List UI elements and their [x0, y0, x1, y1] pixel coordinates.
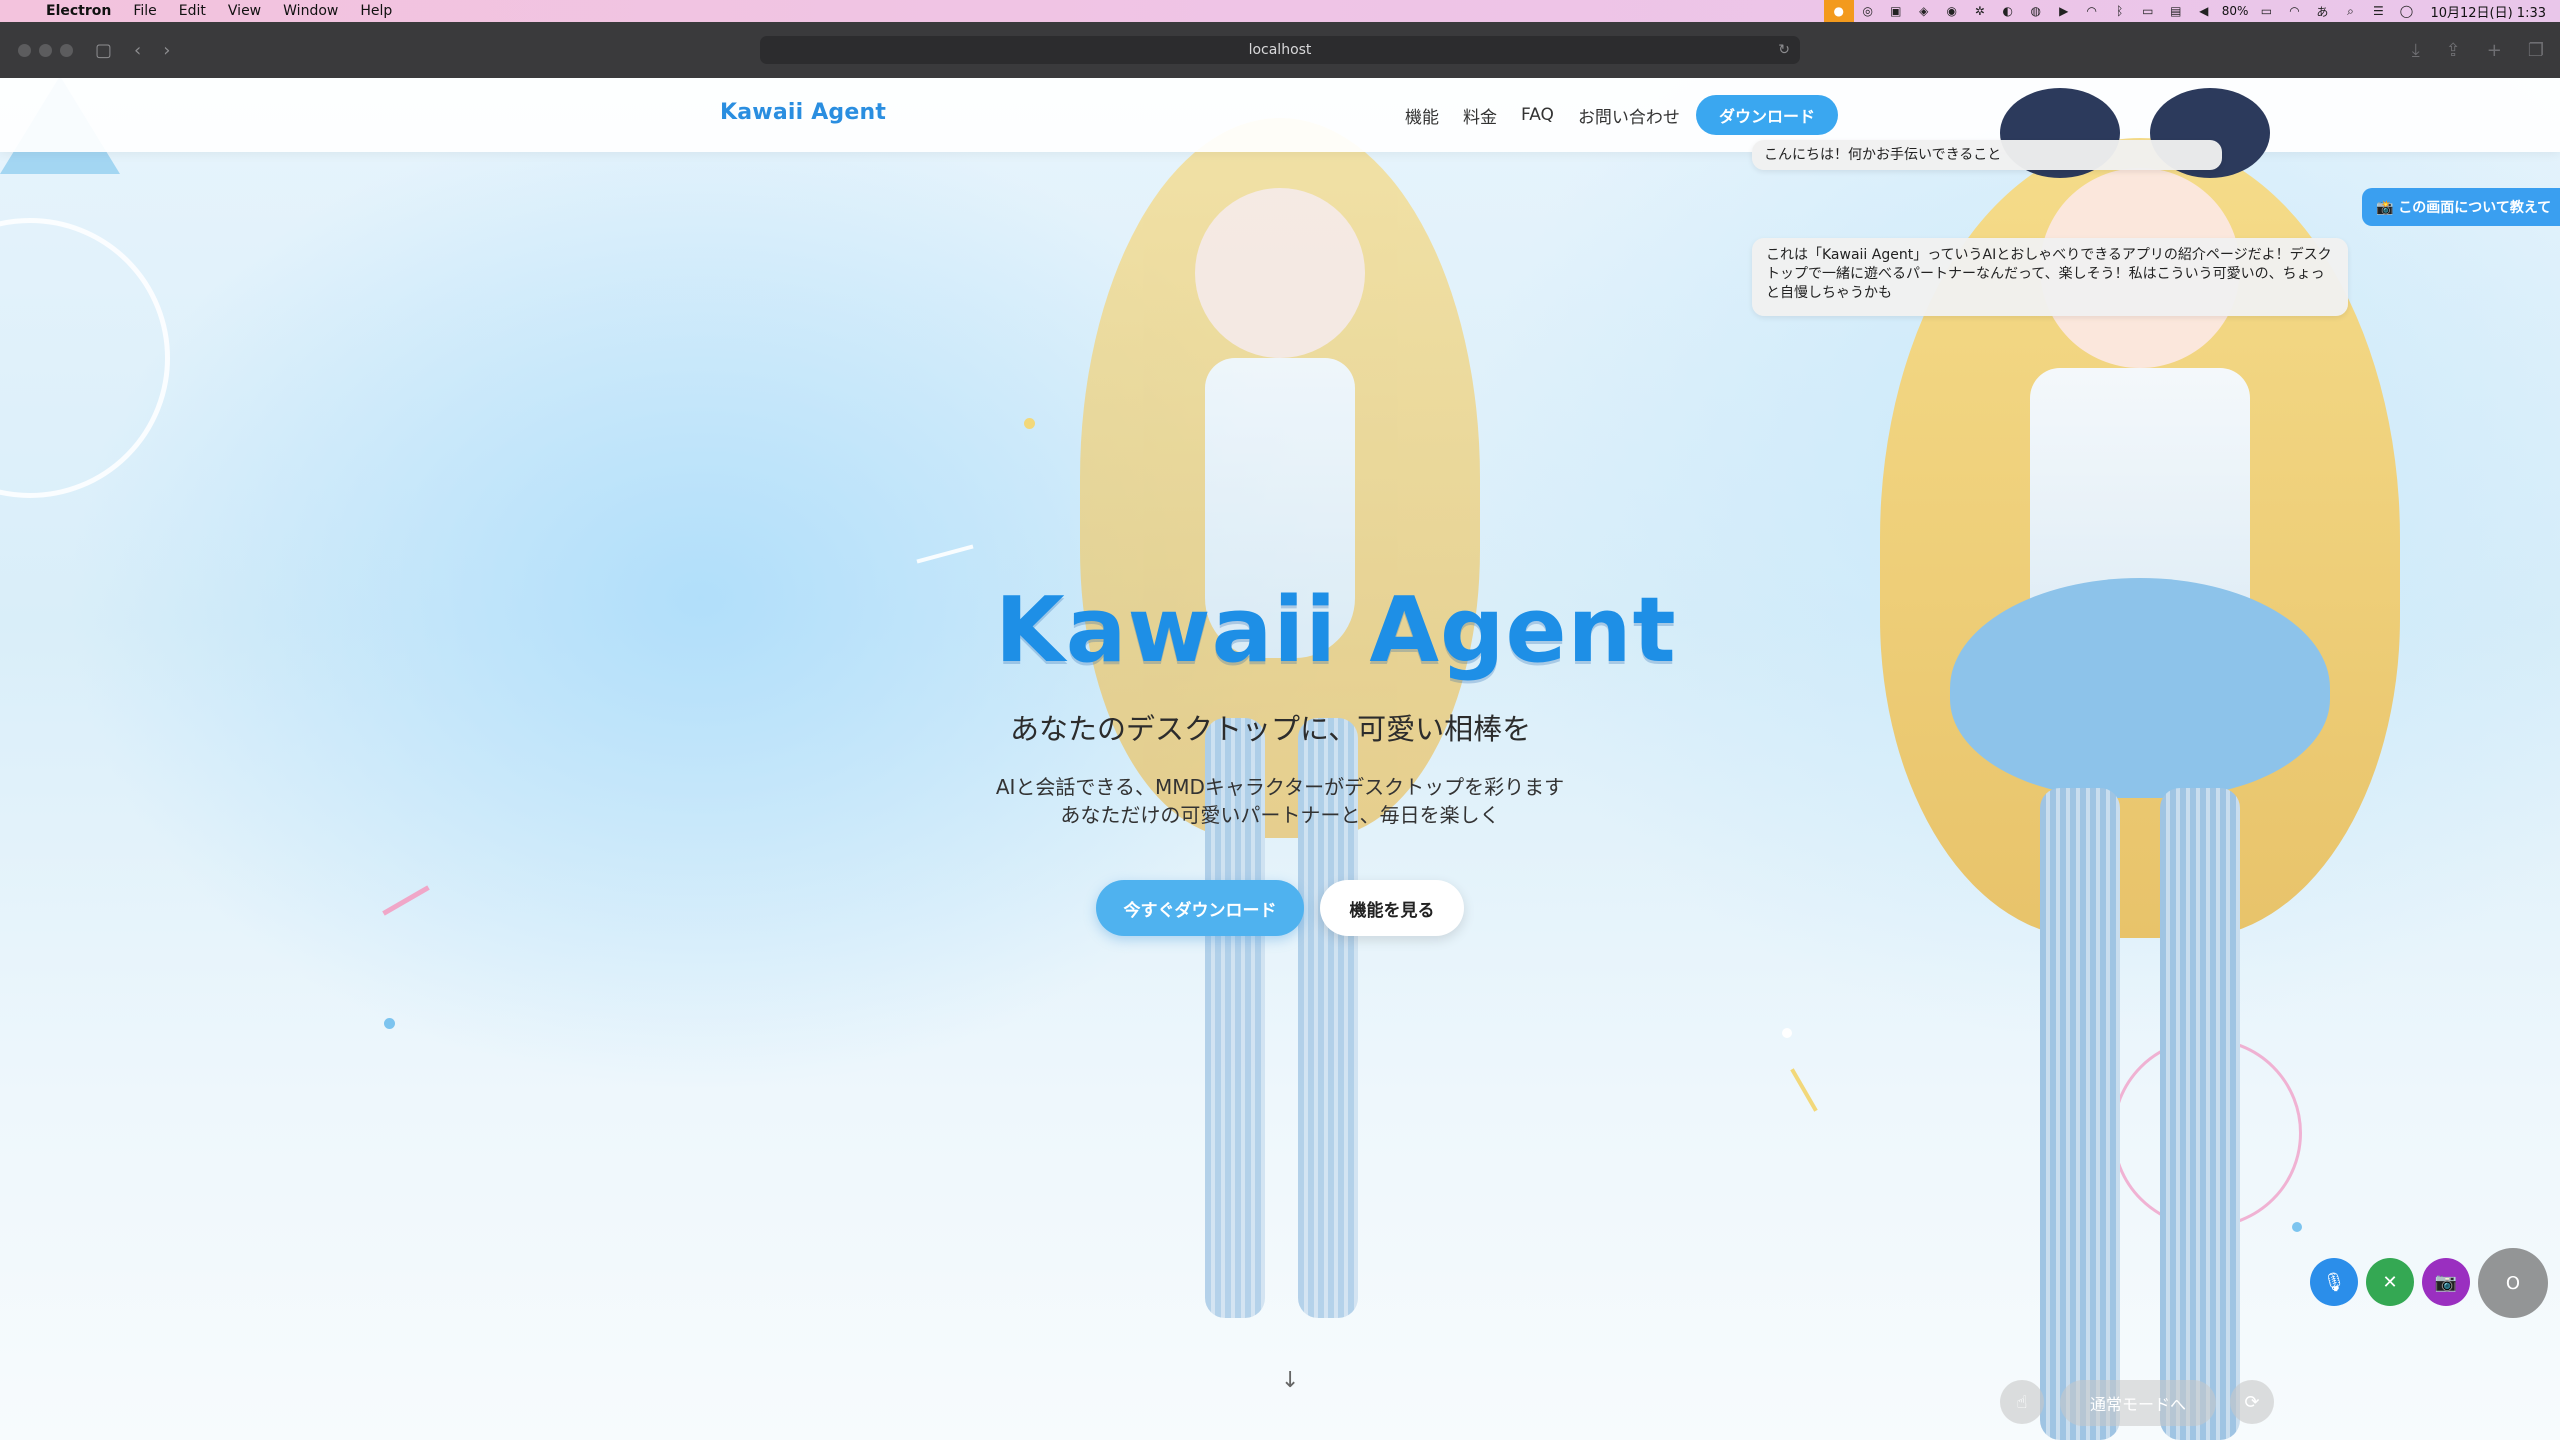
close-icon: ✕ — [2382, 1271, 2398, 1293]
ask-about-screen-button[interactable]: 📸 この画面について教えて — [2362, 188, 2560, 226]
display-icon[interactable]: ▤ — [2162, 0, 2190, 22]
mascot-leg — [2040, 788, 2120, 1440]
pointer-hand-icon[interactable]: ☝ — [2000, 1380, 2044, 1424]
normal-mode-button[interactable]: 通常モードへ — [2060, 1380, 2216, 1426]
microphone-button[interactable]: 🎙 — [2310, 1258, 2358, 1306]
screen-mirror-icon[interactable]: ▭ — [2134, 0, 2162, 22]
forward-icon[interactable]: › — [163, 40, 170, 61]
play-icon[interactable]: ▶ — [2050, 0, 2078, 22]
menu-view[interactable]: View — [228, 3, 261, 19]
back-icon[interactable]: ‹ — [134, 40, 141, 61]
tab-overview-icon[interactable]: ❐ — [2528, 40, 2544, 61]
nav-features[interactable]: 機能 — [1405, 103, 1439, 128]
nav-contact[interactable]: お問い合わせ — [1578, 103, 1680, 128]
see-features-button[interactable]: 機能を見る — [1320, 880, 1464, 936]
browser-toolbar: ▢ ‹ › localhost ↻ ⤓ ⇪ + ❐ — [0, 22, 2560, 78]
battery-percent: 80% — [2221, 4, 2249, 18]
status-icon-5[interactable]: ✲ — [1966, 0, 1994, 22]
battery-icon[interactable]: ▭ — [2252, 0, 2280, 22]
microphone-in-use-icon[interactable]: ● — [1823, 0, 1854, 22]
zoom-window-button[interactable] — [60, 43, 73, 57]
new-tab-icon[interactable]: + — [2487, 40, 2502, 61]
menu-file[interactable]: File — [133, 3, 156, 19]
decorative-line — [382, 885, 430, 916]
hero-title: Kawaii Agent — [995, 578, 1677, 683]
sidebar-toggle-icon[interactable]: ▢ — [95, 40, 112, 61]
spotlight-icon[interactable]: ⌕ — [2336, 0, 2364, 22]
chat-bubble-response: これは「Kawaii Agent」っていうAIとおしゃべりできるアプリの紹介ペー… — [1752, 238, 2348, 316]
wifi-icon[interactable]: ◠ — [2280, 0, 2308, 22]
menubar-clock[interactable]: 10月12日(日) 1:33 — [2430, 2, 2546, 21]
hero-subtitle: あなたのデスクトップに、可愛い相棒を — [1010, 712, 1532, 746]
share-icon[interactable]: ⇪ — [2446, 40, 2461, 61]
site-nav: 機能 料金 FAQ お問い合わせ — [1405, 78, 1680, 152]
download-icon[interactable]: ⤓ — [2412, 40, 2420, 61]
app-menu[interactable]: Electron — [46, 3, 111, 19]
control-center-icon[interactable]: ☰ — [2364, 0, 2392, 22]
reload-icon[interactable]: ↻ — [1778, 42, 1790, 58]
window-controls — [18, 43, 73, 57]
volume-icon[interactable]: ◀ — [2190, 0, 2218, 22]
siri-icon[interactable]: ◯ — [2392, 0, 2420, 22]
mascot-skirt — [1950, 578, 2330, 798]
hero-desc-line-2: あなただけの可愛いパートナーと、毎日を楽しく — [1060, 803, 1500, 827]
status-icon-6[interactable]: ◐ — [1994, 0, 2022, 22]
mascot-leg — [2160, 788, 2240, 1440]
hero-description: AIと会話できる、MMDキャラクターがデスクトップを彩ります あなただけの可愛い… — [960, 773, 1600, 829]
hero-desc-line-1: AIと会話できる、MMDキャラクターがデスクトップを彩ります — [995, 775, 1565, 799]
camera-icon: 📷 — [2434, 1271, 2458, 1293]
decorative-dot — [384, 1018, 395, 1029]
airdrop-icon[interactable]: ◠ — [2078, 0, 2106, 22]
nav-faq[interactable]: FAQ — [1521, 105, 1554, 125]
status-icon-2[interactable]: ▣ — [1882, 0, 1910, 22]
scroll-down-icon[interactable]: ↓ — [1281, 1368, 1299, 1393]
status-area: ● ◎ ▣ ◈ ◉ ✲ ◐ ◍ ▶ ◠ ᛒ ▭ ▤ ◀ 80% ▭ ◠ あ ⌕ … — [1823, 0, 2546, 22]
site-logo[interactable]: Kawaii Agent — [720, 100, 886, 125]
web-page: Kawaii Agent 機能 料金 FAQ お問い合わせ ダウンロード Kaw… — [0, 78, 2560, 1440]
status-icon-4[interactable]: ◉ — [1938, 0, 1966, 22]
camera-button[interactable]: 📷 — [2422, 1258, 2470, 1306]
menu-help[interactable]: Help — [360, 3, 392, 19]
nav-pricing[interactable]: 料金 — [1463, 103, 1497, 128]
download-now-button[interactable]: 今すぐダウンロード — [1096, 880, 1304, 936]
address-bar[interactable]: localhost ↻ — [760, 36, 1800, 64]
decorative-circle — [0, 218, 170, 498]
status-indicator-button[interactable]: O — [2478, 1248, 2548, 1318]
character-face — [1195, 188, 1365, 358]
input-method-indicator[interactable]: あ — [2308, 0, 2336, 22]
menu-edit[interactable]: Edit — [179, 3, 206, 19]
url-text: localhost — [1248, 42, 1312, 58]
toolbar-actions: ⤓ ⇪ + ❐ — [2412, 22, 2544, 78]
status-icon-7[interactable]: ◍ — [2022, 0, 2050, 22]
close-button[interactable]: ✕ — [2366, 1258, 2414, 1306]
menu-window[interactable]: Window — [283, 3, 338, 19]
microphone-icon: 🎙 — [2322, 1271, 2346, 1293]
minimize-window-button[interactable] — [39, 43, 52, 57]
chat-bubble-greeting: こんにちは！何かお手伝いできること — [1752, 140, 2222, 170]
status-icon-3[interactable]: ◈ — [1910, 0, 1938, 22]
status-icon-1[interactable]: ◎ — [1854, 0, 1882, 22]
bluetooth-icon[interactable]: ᛒ — [2106, 0, 2134, 22]
refresh-icon[interactable]: ⟳ — [2230, 1380, 2274, 1424]
close-window-button[interactable] — [18, 43, 31, 57]
macos-menubar: Electron File Edit View Window Help ● ◎ … — [0, 0, 2560, 22]
